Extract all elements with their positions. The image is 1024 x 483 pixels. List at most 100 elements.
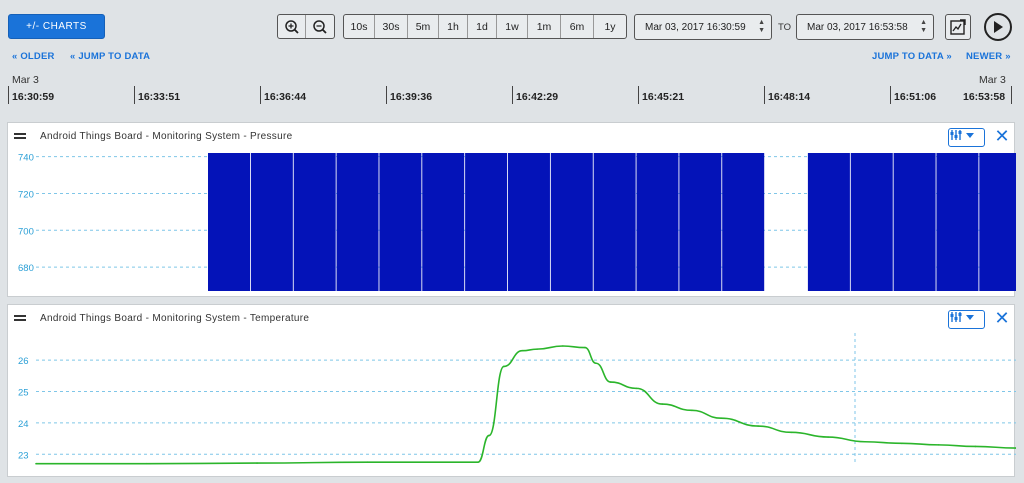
range-1w-button[interactable]: 1w [497, 15, 528, 38]
play-button[interactable] [984, 13, 1012, 41]
range-10s-button[interactable]: 10s [344, 15, 375, 38]
newer-link[interactable]: NEWER » [966, 51, 1011, 62]
temperature-data-point [584, 346, 586, 349]
pressure-bar [465, 153, 508, 291]
pressure-bar [893, 153, 936, 291]
pressure-chart-panel: Android Things Board - Monitoring System… [7, 122, 1016, 297]
temperature-data-point [937, 444, 940, 446]
temperature-chart-panel: Android Things Board - Monitoring System… [7, 304, 1016, 477]
range-30s-button[interactable]: 30s [375, 15, 408, 38]
range-group: 10s 30s 5m 1h 1d 1w 1m 6m 1y [343, 14, 627, 39]
pressure-bar [208, 153, 250, 291]
pressure-bar [250, 153, 293, 291]
temperature-data-point [609, 381, 612, 383]
zoom-out-icon [313, 19, 327, 34]
axis-time-label: 16:39:36 [390, 91, 433, 103]
axis-time-label: 16:48:14 [768, 91, 811, 103]
temperature-data-point [827, 436, 829, 438]
temperature-data-point [477, 461, 479, 463]
jump-to-data-left-link[interactable]: « JUMP TO DATA [70, 51, 150, 62]
axis-tick-mark [890, 86, 891, 104]
axis-time-label: 16:53:58 [963, 91, 1006, 103]
older-link[interactable]: « OLDER [12, 51, 55, 62]
temperature-data-point [145, 462, 148, 465]
temperature-data-point [595, 362, 597, 365]
pressure-bar [979, 153, 1016, 291]
temperature-data-point [900, 442, 903, 445]
temperature-data-point [757, 425, 759, 427]
pressure-bar [336, 153, 379, 291]
temperature-data-point [521, 349, 524, 352]
axis-start-date: Mar 3 [12, 74, 39, 86]
pressure-bar [507, 153, 550, 291]
to-label: TO [778, 22, 792, 33]
y-tick-label: 23 [18, 450, 29, 461]
pressure-bar [636, 153, 679, 291]
temperature-data-point [661, 403, 664, 405]
axis-time-label: 16:33:51 [138, 91, 181, 103]
temperature-data-point [536, 348, 538, 350]
charts-toggle-button[interactable]: +/- CHARTS [8, 14, 105, 39]
axis-time-label: 16:30:59 [12, 91, 55, 103]
temperature-data-point [366, 461, 369, 463]
axis-time-label: 16:51:06 [894, 91, 937, 103]
from-datetime-input[interactable]: Mar 03, 2017 16:30:59 ▲ ▼ [634, 14, 772, 40]
range-1y-button[interactable]: 1y [594, 15, 626, 38]
to-spinner-icon[interactable]: ▲ ▼ [920, 19, 927, 35]
temperature-data-point [790, 431, 793, 434]
pressure-bar [593, 153, 636, 291]
temperature-data-point [256, 462, 258, 464]
y-tick-label: 720 [18, 189, 34, 200]
pressure-bar [550, 153, 593, 291]
axis-tick-mark [8, 86, 9, 104]
pressure-bar [850, 153, 893, 291]
zoom-out-button[interactable] [306, 15, 334, 38]
jump-to-data-right-link[interactable]: JUMP TO DATA » [872, 51, 952, 62]
pressure-chart: 680 700 720 740 [18, 153, 1016, 291]
range-6m-button[interactable]: 6m [561, 15, 594, 38]
axis-tick-mark [134, 86, 135, 104]
y-tick-label: 25 [18, 388, 29, 399]
from-spinner-icon[interactable]: ▲ ▼ [758, 19, 765, 35]
chart-export-icon [950, 19, 966, 35]
pressure-bar [936, 153, 979, 291]
axis-tick-mark [764, 86, 765, 104]
pressure-bar [807, 153, 850, 291]
to-datetime-input[interactable]: Mar 03, 2017 16:53:58 ▲ ▼ [796, 14, 934, 40]
axis-tick-mark [1011, 86, 1012, 104]
range-1d-button[interactable]: 1d [468, 15, 497, 38]
temperature-data-point [864, 440, 866, 443]
range-1m-button[interactable]: 1m [528, 15, 561, 38]
temperature-data-point [974, 445, 977, 448]
temperature-data-point [488, 434, 490, 437]
axis-time-label: 16:45:21 [642, 91, 685, 103]
zoom-in-icon [284, 19, 299, 34]
zoom-group [277, 14, 335, 39]
pressure-bar [293, 153, 336, 291]
axis-time-label: 16:36:44 [264, 91, 307, 103]
axis-tick-mark [638, 86, 639, 104]
temperature-data-point [635, 387, 638, 390]
y-tick-label: 680 [18, 263, 34, 274]
y-tick-label: 740 [18, 153, 34, 164]
zoom-in-button[interactable] [278, 15, 307, 38]
axis-time-label: 16:42:29 [516, 91, 559, 103]
pressure-bar [722, 153, 765, 291]
temperature-chart: 23 24 25 26 [18, 333, 1016, 465]
axis-tick-mark [260, 86, 261, 104]
export-chart-button[interactable] [945, 14, 971, 40]
range-1h-button[interactable]: 1h [439, 15, 468, 38]
range-5m-button[interactable]: 5m [408, 15, 439, 38]
axis-end-date: Mar 3 [979, 74, 1006, 86]
temperature-data-point [35, 462, 37, 465]
pressure-bar [422, 153, 465, 291]
temperature-data-point [562, 345, 564, 347]
temperature-data-point [690, 409, 693, 412]
temperature-data-point [720, 417, 723, 419]
y-tick-label: 26 [18, 356, 29, 367]
y-tick-label: 700 [18, 226, 34, 237]
pressure-bar [379, 153, 422, 291]
axis-tick-mark [386, 86, 387, 104]
to-datetime-value: Mar 03, 2017 16:53:58 [807, 21, 908, 33]
temperature-data-point [503, 365, 505, 368]
